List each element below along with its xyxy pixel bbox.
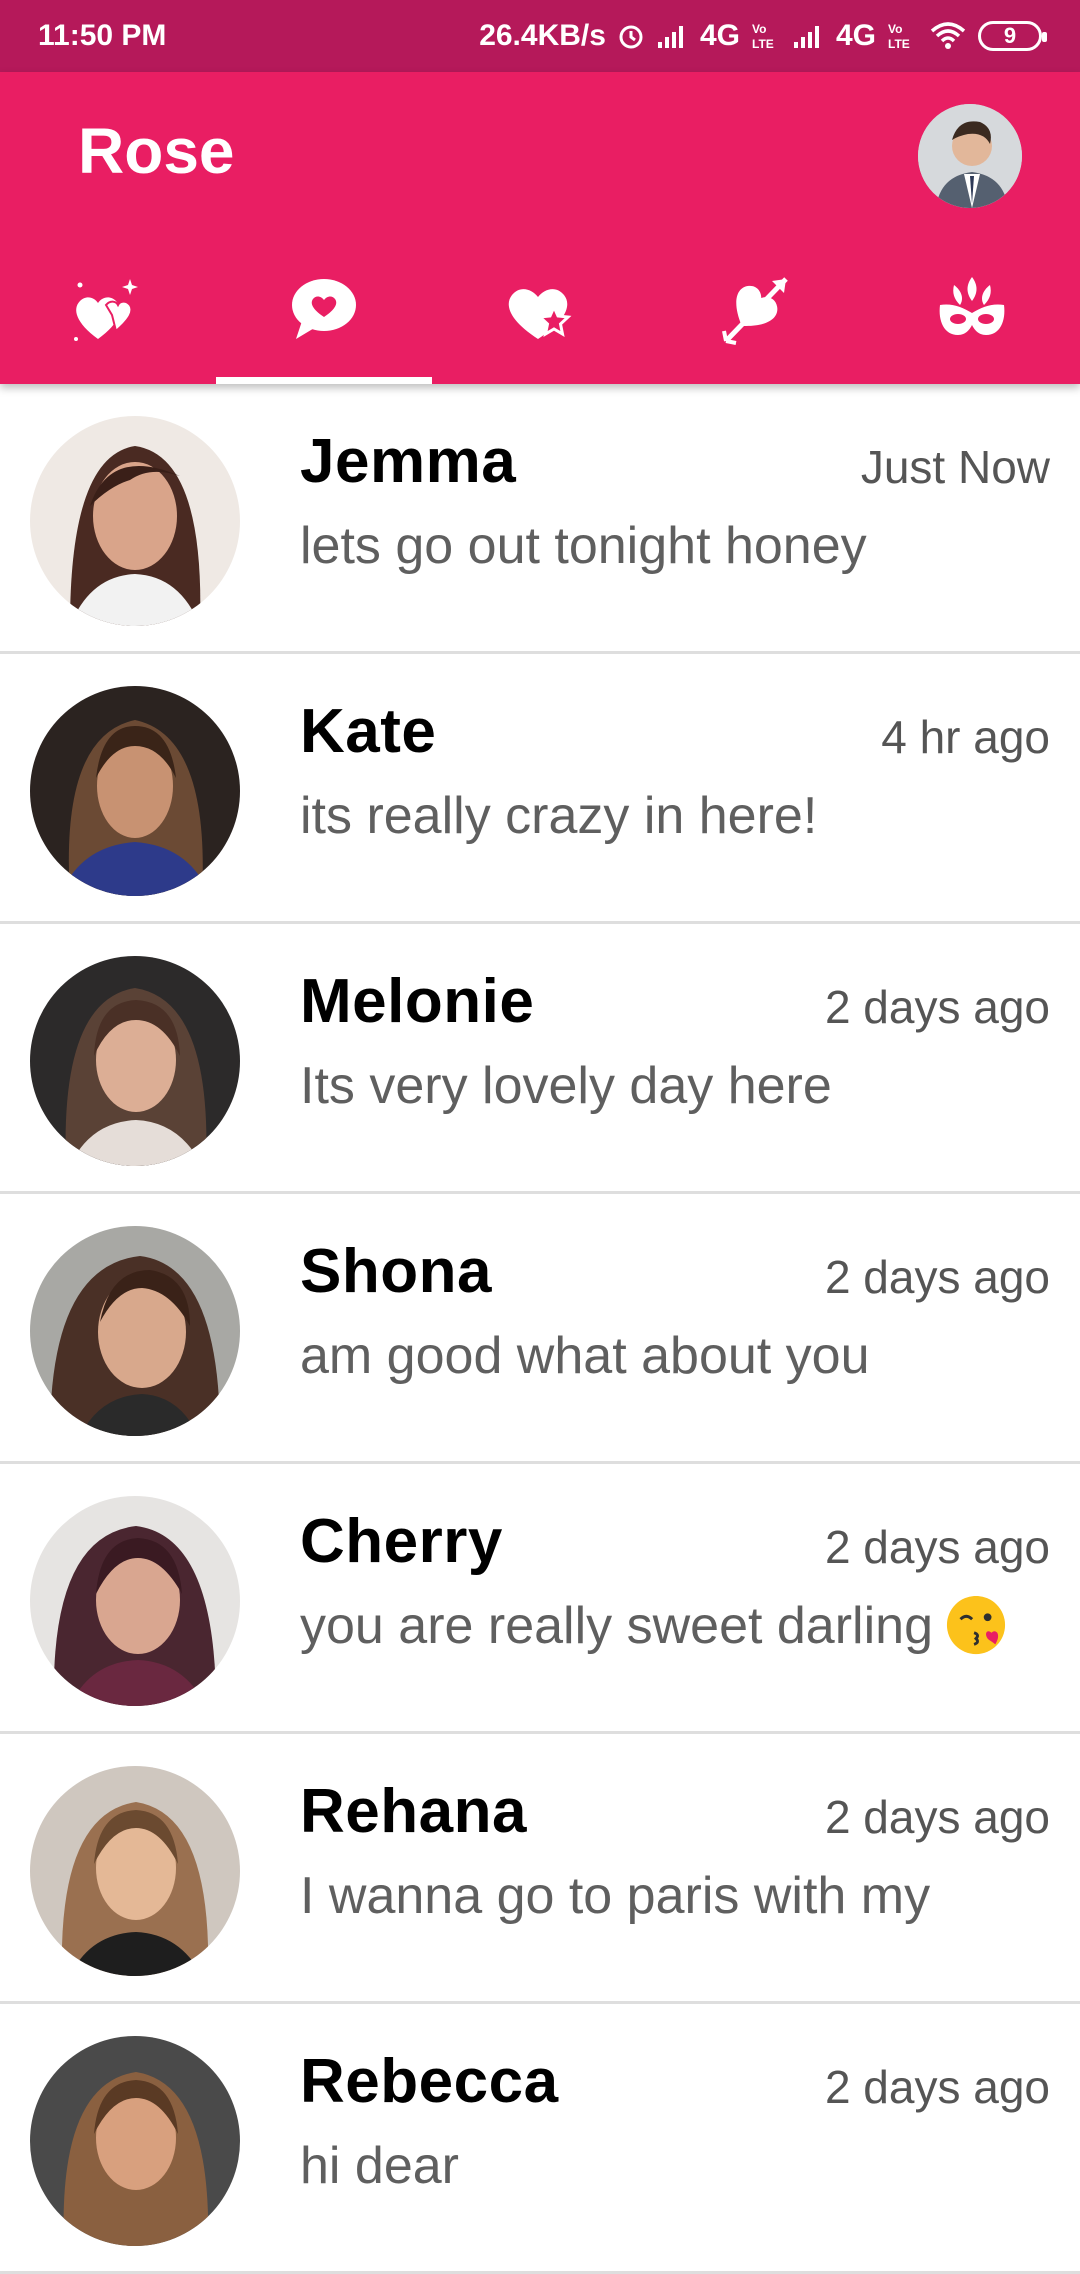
battery-level: 9 — [1003, 23, 1017, 48]
contact-name: Rehana — [300, 1777, 527, 1846]
chat-item-cherry[interactable]: Cherry 2 days ago you are really sweet d… — [0, 1464, 1080, 1734]
network-type-2: 4G — [835, 19, 876, 52]
volte-icon: Vo LTE — [886, 21, 918, 51]
chat-item-rehana[interactable]: Rehana 2 days ago I wanna go to paris wi… — [0, 1734, 1080, 2004]
app-title: Rose — [78, 115, 235, 187]
profile-avatar[interactable] — [918, 104, 1022, 208]
contact-name: Shona — [300, 1237, 492, 1306]
contact-name: Melonie — [300, 967, 535, 1036]
message-text: I wanna go to paris with my — [300, 1867, 931, 1925]
svg-text:LTE: LTE — [752, 37, 774, 51]
volte-icon: Vo LTE — [750, 21, 782, 51]
kissing-face-emoji — [946, 1596, 1006, 1655]
message-text: lets go out tonight honey — [300, 517, 867, 575]
message-text: Its very lovely day here — [300, 1057, 832, 1115]
avatar — [30, 1496, 240, 1706]
svg-text:Vo: Vo — [888, 22, 902, 36]
signal-icon — [656, 22, 690, 50]
contact-name: Kate — [300, 697, 437, 766]
avatar — [30, 2036, 240, 2246]
message-time: 2 days ago — [824, 1521, 1050, 1573]
chat-item-jemma[interactable]: Jemma Just Now lets go out tonight honey — [0, 384, 1080, 654]
avatar — [30, 1766, 240, 1976]
chat-list: Jemma Just Now lets go out tonight honey… — [0, 384, 1080, 2274]
status-time: 11:50 PM — [38, 19, 167, 52]
message-text: you are really sweet darling — [300, 1597, 933, 1655]
contact-name: Cherry — [300, 1507, 503, 1576]
message-preview: its really crazy in here! — [300, 786, 1060, 846]
message-time: 2 days ago — [824, 2061, 1050, 2113]
message-time: 2 days ago — [824, 981, 1050, 1033]
sparkle-hearts-icon — [74, 279, 138, 341]
tab-cupid[interactable] — [648, 234, 864, 384]
status-bar: 11:50 PM 26.4KB/s 4G Vo LTE 4G Vo LTE 9 — [0, 0, 1080, 72]
tab-bar — [0, 234, 1080, 384]
message-text: hi dear — [300, 2137, 459, 2195]
contact-name: Rebecca — [300, 2047, 559, 2116]
chat-item-kate[interactable]: Kate 4 hr ago its really crazy in here! — [0, 654, 1080, 924]
svg-text:LTE: LTE — [888, 37, 910, 51]
heart-chat-bubble-icon — [292, 279, 356, 339]
mask-icon — [939, 277, 1005, 335]
avatar — [30, 686, 240, 896]
tab-favorites[interactable] — [432, 234, 648, 384]
contact-name: Jemma — [300, 427, 517, 496]
message-preview: I wanna go to paris with my — [300, 1866, 1060, 1926]
avatar — [30, 1226, 240, 1436]
message-time: 4 hr ago — [881, 711, 1050, 763]
message-text: its really crazy in here! — [300, 787, 818, 845]
network-type-1: 4G — [699, 19, 740, 52]
tab-masquerade[interactable] — [864, 234, 1080, 384]
message-time: 2 days ago — [824, 1251, 1050, 1303]
message-preview: you are really sweet darling — [300, 1596, 1060, 1660]
app-bar: Rose — [0, 72, 1080, 384]
message-time: 2 days ago — [824, 1791, 1050, 1843]
chat-item-shona[interactable]: Shona 2 days ago am good what about you — [0, 1194, 1080, 1464]
message-preview: am good what about you — [300, 1326, 1060, 1386]
network-speed: 26.4KB/s — [479, 19, 606, 52]
chat-item-melonie[interactable]: Melonie 2 days ago Its very lovely day h… — [0, 924, 1080, 1194]
avatar — [30, 956, 240, 1166]
message-preview: lets go out tonight honey — [300, 516, 1060, 576]
avatar — [30, 416, 240, 626]
signal-icon — [792, 22, 826, 50]
heart-arrow-icon — [722, 277, 788, 345]
status-indicators: 26.4KB/s 4G Vo LTE 4G Vo LTE 9 — [479, 19, 1047, 53]
tab-chat[interactable] — [216, 234, 432, 384]
heart-star-icon — [508, 289, 572, 339]
message-time: Just Now — [860, 441, 1050, 493]
message-preview: Its very lovely day here — [300, 1056, 1060, 1116]
battery-icon: 9 — [978, 21, 1047, 51]
alarm-icon — [616, 21, 646, 51]
svg-text:Vo: Vo — [752, 22, 766, 36]
tab-sparkle-hearts[interactable] — [0, 234, 216, 384]
message-text: am good what about you — [300, 1327, 870, 1385]
wifi-icon — [928, 21, 968, 51]
chat-item-rebecca[interactable]: Rebecca 2 days ago hi dear — [0, 2004, 1080, 2274]
message-preview: hi dear — [300, 2136, 1060, 2196]
